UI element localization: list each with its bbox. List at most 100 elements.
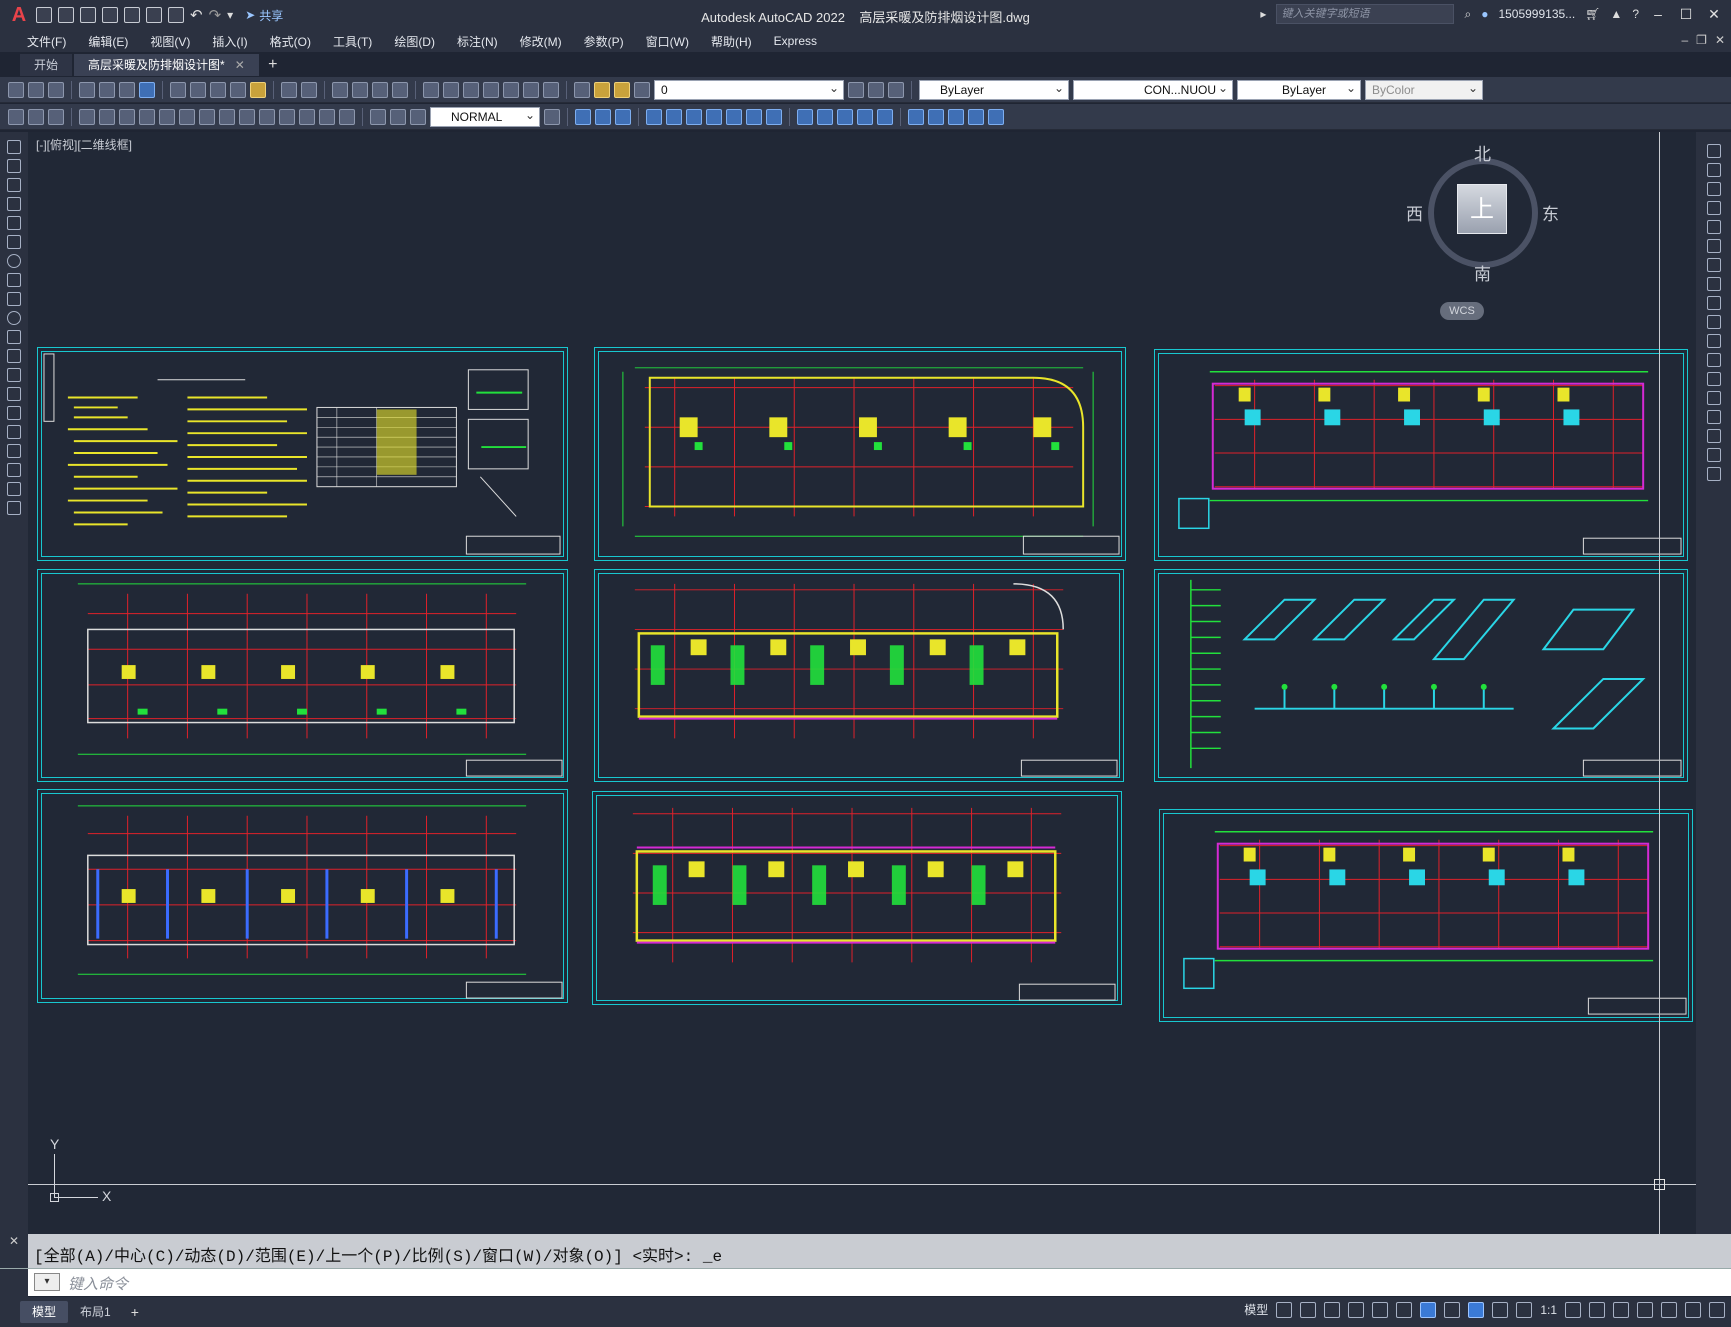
drawing-sheet-plan-4[interactable] [594, 569, 1124, 782]
dim-update-icon[interactable] [410, 108, 426, 125]
measure-tool-icon[interactable] [968, 108, 984, 125]
dim-arc-icon[interactable] [48, 108, 64, 125]
tolerance-icon[interactable] [279, 108, 295, 125]
drawing-sheet-notes[interactable] [37, 347, 568, 561]
lineweight-icon[interactable] [1444, 1301, 1461, 1318]
quick-properties-icon[interactable] [1637, 1301, 1653, 1318]
explode-icon[interactable] [1706, 467, 1721, 481]
zoom-window-icon[interactable] [372, 81, 388, 98]
quick-dim-icon[interactable] [179, 108, 195, 125]
compass-east[interactable]: 东 [1542, 200, 1559, 225]
copy-object-icon[interactable] [1706, 163, 1721, 177]
save-icon[interactable] [80, 7, 96, 23]
drawing-canvas[interactable]: [-][俯视][二维线框] Y X [28, 132, 1696, 1234]
saveas-icon[interactable] [102, 7, 118, 23]
join-tool-icon[interactable] [797, 108, 813, 125]
hatch-icon[interactable] [7, 406, 21, 420]
dim-angular-icon[interactable] [159, 108, 175, 125]
customize-qat-icon[interactable]: ▾ [227, 8, 233, 22]
ellipse-icon[interactable] [7, 311, 21, 325]
autocad-logo-icon[interactable]: A [8, 4, 30, 26]
annotation-visibility-icon[interactable] [1468, 1301, 1485, 1318]
search-icon[interactable]: ⌕ [1464, 7, 1471, 22]
fillet-icon[interactable] [1706, 429, 1721, 443]
circle-icon[interactable] [7, 254, 21, 268]
center-mark-icon[interactable] [299, 108, 315, 125]
layer-select[interactable]: 0 [654, 79, 844, 100]
menu-file[interactable]: 文件(F) [16, 33, 77, 50]
menu-tools[interactable]: 工具(T) [322, 33, 383, 50]
menu-format[interactable]: 格式(O) [259, 33, 322, 50]
join-icon[interactable] [1706, 391, 1721, 405]
dim-style-icon[interactable] [544, 108, 560, 125]
align-tool-icon[interactable] [908, 108, 924, 125]
publish-icon[interactable] [119, 81, 135, 98]
region-icon[interactable] [7, 444, 21, 458]
dim-baseline-icon[interactable] [199, 108, 215, 125]
workspace-gear-icon[interactable] [1565, 1301, 1581, 1318]
polar-tracking-icon[interactable] [1348, 1301, 1365, 1318]
design-center-icon[interactable] [443, 81, 459, 98]
erase-icon[interactable] [1706, 144, 1721, 158]
save-file-icon[interactable] [48, 81, 64, 98]
viewcube[interactable]: 上 北 南 西 东 [1406, 142, 1559, 292]
point-icon[interactable] [7, 387, 21, 401]
blend-curves-icon[interactable] [1706, 448, 1721, 462]
isolate-objects-icon[interactable] [1661, 1301, 1677, 1318]
annotation-scale-icon[interactable] [1516, 1301, 1533, 1318]
user-icon[interactable]: ● [1481, 7, 1488, 21]
dim-continue-icon[interactable] [219, 108, 235, 125]
open-icon[interactable] [58, 7, 74, 23]
undo-tool-icon[interactable] [281, 81, 297, 98]
mirror-icon[interactable] [1706, 182, 1721, 196]
auto-scale-icon[interactable] [1492, 1301, 1509, 1318]
spline-icon[interactable] [7, 292, 21, 306]
rotate-icon[interactable] [1706, 258, 1721, 272]
layer-previous-icon[interactable] [868, 81, 884, 98]
color-select[interactable]: ByLayer [919, 79, 1069, 100]
dim-space-icon[interactable] [239, 108, 255, 125]
annotation-monitor-icon[interactable] [1589, 1301, 1605, 1318]
dim-diameter-icon[interactable] [139, 108, 155, 125]
search-expand-icon[interactable]: ▸ [1260, 7, 1266, 21]
menu-express[interactable]: Express [763, 34, 828, 48]
user-account[interactable]: 1505999135... [1498, 7, 1575, 21]
drawing-sheet-plan-2[interactable] [1154, 349, 1688, 561]
qnew-icon[interactable] [8, 81, 24, 98]
zoom-realtime-icon[interactable] [352, 81, 368, 98]
scale-icon[interactable] [1706, 277, 1721, 291]
sheet-set-icon[interactable] [483, 81, 499, 98]
menu-draw[interactable]: 绘图(D) [383, 33, 446, 50]
plotstyle-select[interactable]: ByColor [1365, 79, 1483, 100]
break-at-point-icon[interactable] [1706, 353, 1721, 367]
help-icon[interactable]: ? [1632, 7, 1639, 21]
break-tool-icon[interactable] [766, 108, 782, 125]
trim-icon[interactable] [1706, 315, 1721, 329]
print-icon[interactable] [168, 7, 184, 23]
fullscreen-icon[interactable] [1685, 1301, 1701, 1318]
jogged-linear-icon[interactable] [339, 108, 355, 125]
annotation-scale-value[interactable]: 1:1 [1540, 1303, 1557, 1317]
compass-west[interactable]: 西 [1406, 200, 1423, 225]
multiline-text-icon[interactable] [7, 482, 21, 496]
dim-break-icon[interactable] [259, 108, 275, 125]
explode-tool-icon[interactable] [857, 108, 873, 125]
plot-preview-icon[interactable] [79, 81, 95, 98]
make-current-icon[interactable] [848, 81, 864, 98]
units-icon[interactable] [1613, 1301, 1629, 1318]
move-tool-icon[interactable] [646, 108, 662, 125]
dim-ordinate-icon[interactable] [79, 108, 95, 125]
viewcube-top-face[interactable]: 上 [1457, 184, 1507, 234]
grid-icon[interactable] [1276, 1301, 1293, 1318]
revcloud-icon[interactable] [7, 273, 21, 287]
command-input[interactable]: 键入命令 [68, 1273, 128, 1294]
make-block-icon[interactable] [7, 368, 21, 382]
menu-help[interactable]: 帮助(H) [700, 33, 763, 50]
extend-icon[interactable] [1706, 334, 1721, 348]
array-icon[interactable] [1706, 220, 1721, 234]
break-icon[interactable] [1706, 372, 1721, 386]
redo-icon[interactable]: ↷ [209, 6, 222, 24]
trim-tool-icon[interactable] [726, 108, 742, 125]
pan-icon[interactable] [332, 81, 348, 98]
cut-icon[interactable] [170, 81, 186, 98]
